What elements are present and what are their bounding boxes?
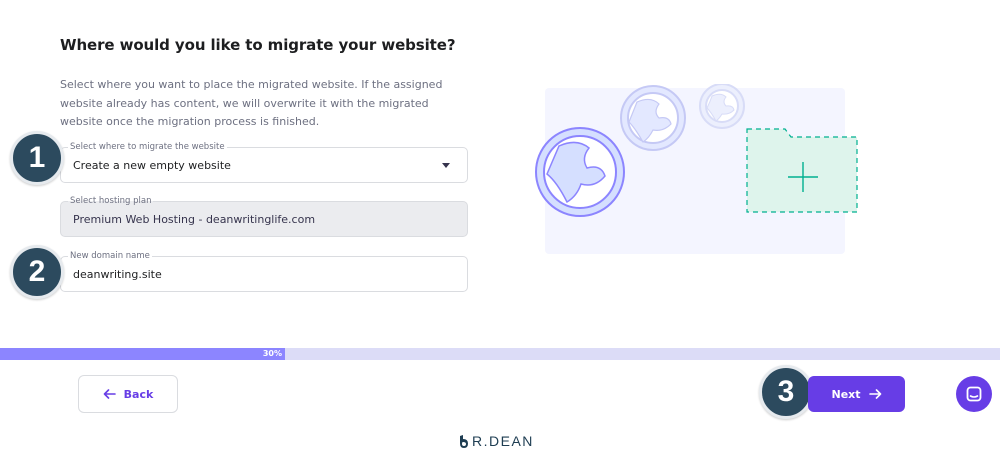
progress-bar: 30% [0, 348, 1000, 360]
globe-icon [535, 127, 625, 217]
logo-mark-icon [460, 434, 468, 448]
hosting-plan-field: Select hosting plan Premium Web Hosting … [60, 195, 468, 237]
back-button-label: Back [123, 387, 154, 401]
hosting-plan-value: Premium Web Hosting - deanwritinglife.co… [73, 213, 316, 226]
next-button-label: Next [831, 387, 861, 401]
migrate-location-select[interactable]: Select where to migrate the website Crea… [60, 141, 468, 183]
logo-text: R.DEAN [472, 433, 534, 449]
progress-label: 30% [262, 349, 282, 358]
migrate-location-value: Create a new empty website [73, 159, 231, 172]
arrow-left-icon [103, 389, 116, 399]
migration-illustration [535, 84, 858, 254]
arrow-right-icon [868, 389, 881, 399]
domain-name-input[interactable]: New domain name deanwriting.site [60, 250, 468, 292]
hosting-plan-label: Select hosting plan [68, 195, 154, 207]
globe-icon [699, 84, 745, 129]
page-title: Where would you like to migrate your web… [60, 36, 456, 54]
caret-down-icon [442, 163, 450, 168]
next-button[interactable]: Next [808, 376, 905, 412]
back-button[interactable]: Back [78, 375, 178, 413]
progress-fill: 30% [0, 348, 285, 360]
globe-icon [620, 85, 686, 151]
step-badge-1: 1 [10, 131, 64, 185]
migrate-location-label: Select where to migrate the website [68, 141, 227, 153]
chat-button[interactable] [956, 376, 992, 412]
domain-name-label: New domain name [68, 250, 152, 262]
domain-name-value: deanwriting.site [73, 268, 162, 281]
step-badge-2: 2 [10, 245, 64, 299]
brand-logo: R.DEAN [458, 433, 534, 449]
new-folder-icon [746, 128, 858, 213]
step-badge-3: 3 [759, 365, 813, 419]
page-description: Select where you want to place the migra… [60, 78, 443, 128]
chat-icon [966, 386, 982, 402]
